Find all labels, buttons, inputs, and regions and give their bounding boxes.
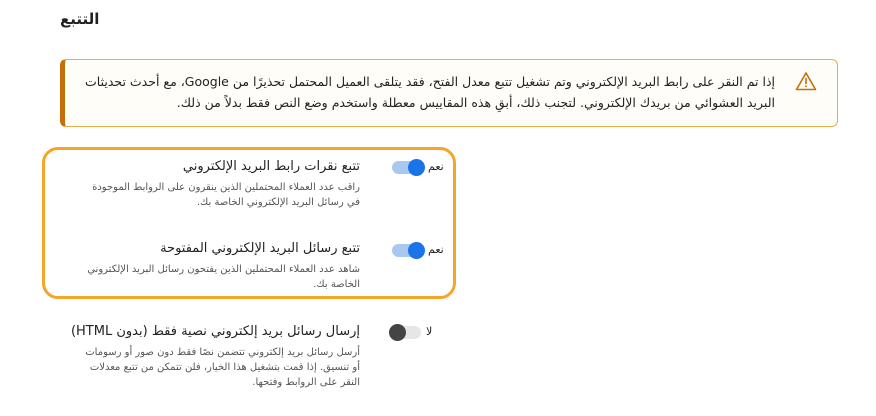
setting-plain-text-only: إرسال رسائل بريد إلكتروني نصية فقط (بدون… [60,323,360,390]
plain-text-only-toggle[interactable] [389,324,421,341]
alert-line-1: إذا تم النقر على رابط البريد الإلكتروني … [85,74,775,89]
setting-description: أرسل رسائل بريد إلكتروني تتضمن نصًا فقط … [60,345,360,390]
toggle-knob [408,242,425,259]
spam-warning-alert: إذا تم النقر على رابط البريد الإلكتروني … [60,59,838,127]
toggle-state-label: نعم [428,243,444,256]
description-line: شاهد عدد العملاء المحتملين الذين يفتحون … [87,264,360,275]
description-line: في رسائل البريد الإلكتروني الخاصة بك. [196,197,360,208]
setting-description: شاهد عدد العملاء المحتملين الذين يفتحون … [60,262,360,292]
setting-link-click-tracking: تتبع نقرات رابط البريد الإلكتروني راقب ع… [60,158,360,210]
open-tracking-toggle[interactable] [392,242,425,259]
description-line: أرسل رسائل بريد إلكتروني تتضمن نصًا فقط … [85,347,360,358]
alert-line-2: البريد العشوائي من بريدك الإلكتروني. لتج… [176,95,775,110]
warning-triangle-icon [795,72,817,91]
description-line: النقر على الروابط وفتحها. [252,377,360,388]
setting-open-tracking: تتبع رسائل البريد الإلكتروني المفتوحة شا… [60,240,360,292]
setting-title: إرسال رسائل بريد إلكتروني نصية فقط (بدون… [70,324,360,339]
toggle-knob [389,324,406,341]
section-title: التتبع [60,10,100,28]
setting-title: تتبع رسائل البريد الإلكتروني المفتوحة [160,241,360,256]
description-line: أو تنسيق. إذا قمت بتشغيل هذا الخيار، فلن… [89,362,360,373]
toggle-state-label: نعم [428,160,444,173]
link-click-tracking-toggle[interactable] [392,159,425,176]
setting-title: تتبع نقرات رابط البريد الإلكتروني [182,159,360,174]
description-line: راقب عدد العملاء المحتملين الذين ينقرون … [92,182,360,193]
toggle-state-label: لا [426,325,433,338]
alert-message: إذا تم النقر على رابط البريد الإلكتروني … [73,71,775,113]
toggle-knob [408,159,425,176]
setting-description: راقب عدد العملاء المحتملين الذين ينقرون … [60,180,360,210]
description-line: الخاصة بك. [313,279,360,290]
